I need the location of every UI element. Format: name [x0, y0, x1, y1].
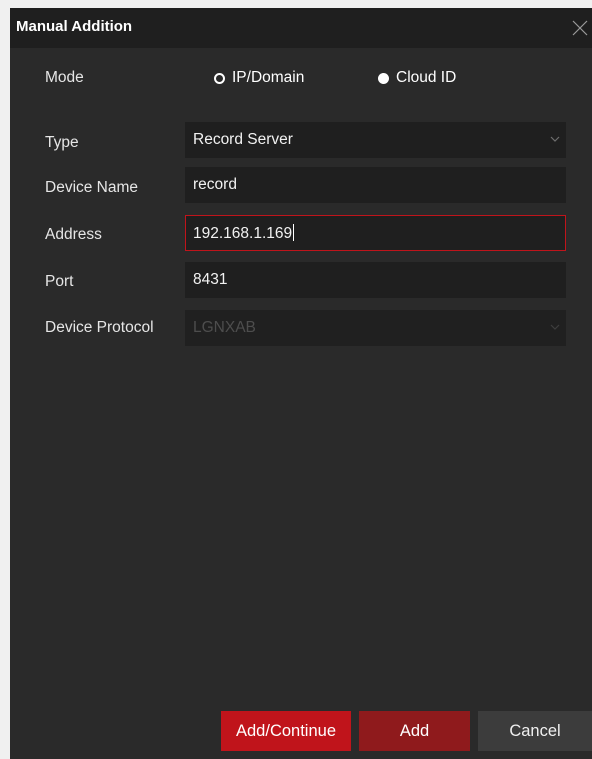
port-value: 8431: [193, 271, 228, 288]
add-button[interactable]: Add: [359, 711, 470, 751]
mode-label: Mode: [45, 69, 84, 86]
address-value-wrap: 192.168.1.169: [193, 224, 295, 243]
radio-ip-domain-label: IP/Domain: [232, 69, 305, 86]
type-select[interactable]: Record Server: [185, 122, 566, 158]
dialog-titlebar: Manual Addition: [10, 8, 592, 48]
chevron-down-icon: [550, 324, 560, 330]
address-label: Address: [45, 226, 102, 243]
text-caret: [293, 224, 295, 241]
radio-cloud-id[interactable]: Cloud ID: [378, 66, 456, 90]
device-name-value: record: [193, 176, 237, 193]
add-continue-button[interactable]: Add/Continue: [221, 711, 351, 751]
device-name-input[interactable]: record: [185, 167, 566, 203]
device-protocol-label: Device Protocol: [45, 319, 154, 336]
device-protocol-select: LGNXAB: [185, 310, 566, 346]
address-input[interactable]: 192.168.1.169: [185, 215, 566, 251]
device-protocol-value: LGNXAB: [193, 319, 256, 336]
port-input[interactable]: 8431: [185, 262, 566, 298]
chevron-down-icon: [550, 136, 560, 142]
device-name-label: Device Name: [45, 179, 139, 196]
address-value: 192.168.1.169: [193, 225, 293, 242]
dialog-title: Manual Addition: [16, 18, 133, 35]
close-icon[interactable]: [570, 18, 590, 38]
type-label: Type: [45, 134, 79, 151]
radio-unchecked-icon: [378, 72, 389, 84]
port-label: Port: [45, 273, 74, 290]
type-value: Record Server: [193, 131, 293, 148]
radio-cloud-id-label: Cloud ID: [396, 69, 457, 86]
manual-addition-dialog: Manual Addition Mode IP/Domain Cloud ID …: [10, 8, 592, 759]
radio-ip-domain[interactable]: IP/Domain: [214, 66, 304, 90]
cancel-button[interactable]: Cancel: [478, 711, 592, 751]
radio-checked-icon: [214, 72, 225, 84]
